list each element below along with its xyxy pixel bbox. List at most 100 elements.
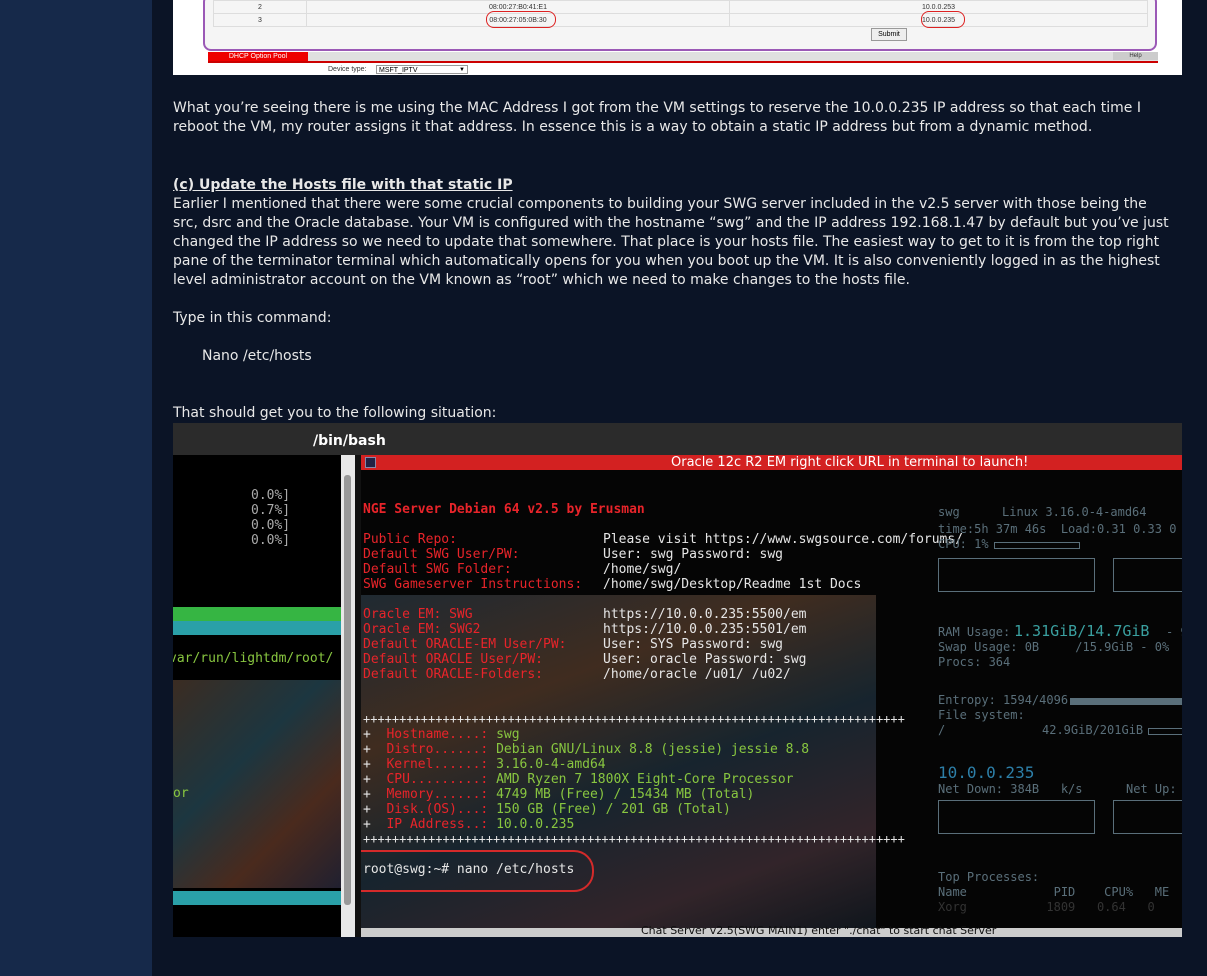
paragraph-4: That should get you to the following sit… xyxy=(173,405,497,421)
info-value: User: oracle Password: swg xyxy=(603,652,807,667)
sys-value: 3.16.0-4-amd64 xyxy=(496,757,606,772)
sys-value: swg xyxy=(496,727,520,742)
row-num: 2 xyxy=(213,0,307,14)
process-columns: Name PID CPU% ME xyxy=(938,885,1170,899)
swap-usage: Swap Usage: 0B /15.9GiB - 0% xyxy=(938,640,1170,654)
terminal-title: /bin/bash xyxy=(313,433,386,449)
fs-bar xyxy=(1148,728,1182,735)
cpu-graph-2 xyxy=(1113,558,1182,592)
submit-button[interactable]: Submit xyxy=(871,28,907,41)
sys-label: Memory......: xyxy=(386,787,489,802)
info-label: Default ORACLE-EM User/PW: xyxy=(363,637,567,652)
cpu-bar xyxy=(994,542,1080,549)
monitor-cpu: CPU: 1% xyxy=(938,537,989,551)
sys-value: AMD Ryzen 7 1800X Eight-Core Processor xyxy=(496,772,794,787)
chevron-down-icon: ▼ xyxy=(459,67,465,73)
plus-divider: ++++++++++++++++++++++++++++++++++++++++… xyxy=(363,832,905,846)
info-label: Default ORACLE-Folders: xyxy=(363,667,544,682)
info-value: Please visit https://www.swgsource.com/f… xyxy=(603,532,964,547)
procs: Procs: 364 xyxy=(938,655,1011,669)
chat-server-title: Chat Server v2.5(SWG MAIN1) enter "./cha… xyxy=(641,924,997,937)
ram-value: 1.31GiB/14.7GiB xyxy=(1014,622,1150,640)
terminal-left-pane: 0.0%] 0.7%] 0.0%] 0.0%] var/run/lightdm/… xyxy=(173,455,341,937)
tab-dhcp-option-pool[interactable]: DHCP Option Pool xyxy=(208,52,308,61)
scrollbar[interactable] xyxy=(341,455,355,937)
content-area: 2 08:00:27:B0:41:E1 10.0.0.253 3 08:00:2… xyxy=(152,0,1207,976)
row-num: 3 xyxy=(213,13,307,27)
reservation-table: 2 08:00:27:B0:41:E1 10.0.0.253 3 08:00:2… xyxy=(213,0,1148,27)
sys-label: CPU.........: xyxy=(386,772,489,787)
info-label: Oracle EM: SWG xyxy=(363,607,473,622)
paragraph-3: Type in this command: xyxy=(173,310,332,326)
prompt-highlight-oval xyxy=(361,850,594,892)
table-row: 3 08:00:27:05:0B:30 10.0.0.235 xyxy=(213,13,1148,27)
top-processes-label: Top Processes: xyxy=(938,870,1040,884)
sys-label: Kernel......: xyxy=(386,757,489,772)
net-down-graph xyxy=(938,800,1095,834)
teal-bar xyxy=(173,891,341,905)
monitor-ip: 10.0.0.235 xyxy=(938,763,1035,782)
scrollbar-thumb[interactable] xyxy=(344,475,351,905)
section-c: (c) Update the Hosts file with that stat… xyxy=(173,176,1173,290)
info-value: /home/swg/ xyxy=(603,562,682,577)
terminal-main-pane: Oracle 12c R2 EM right click URL in term… xyxy=(361,455,1182,937)
command-text: Nano /etc/hosts xyxy=(202,348,312,364)
net-up: Net Up: xyxy=(1126,782,1177,796)
game-screenshot-tiles xyxy=(173,680,341,888)
server-banner: NGE Server Debian 64 v2.5 by Erusman xyxy=(363,502,645,517)
filesystem-label: File system: xyxy=(938,708,1025,722)
ram-extra: - 9 xyxy=(1166,625,1182,639)
info-value: /home/swg/Desktop/Readme 1st Docs xyxy=(603,577,862,592)
terminal-screenshot: /bin/bash 0.0%] 0.7%] 0.0%] 0.0%] var/ru… xyxy=(173,423,1182,937)
left-path: var/run/lightdm/root/ xyxy=(173,651,334,666)
monitor-kernel: Linux 3.16.0-4-amd64 xyxy=(1002,505,1147,519)
info-label: Default ORACLE User/PW: xyxy=(363,652,544,667)
paragraph-2: Earlier I mentioned that there were some… xyxy=(173,196,1169,288)
mac-highlight-oval xyxy=(486,11,556,28)
cpu-pct: 0.7%] xyxy=(251,503,291,518)
monitor-host: swg xyxy=(938,505,960,519)
entropy-bar xyxy=(1070,698,1182,705)
info-label: Oracle EM: SWG2 xyxy=(363,622,481,637)
help-button[interactable]: Help xyxy=(1113,52,1158,60)
info-value: https://10.0.0.235:5500/em xyxy=(603,607,807,622)
device-type-label: Device type: xyxy=(328,66,367,73)
entropy: Entropy: 1594/4096 xyxy=(938,693,1069,707)
process-row: Xorg 1809 0.64 0 xyxy=(938,900,1155,914)
info-value: User: swg Password: swg xyxy=(603,547,784,562)
oracle-notice-bar: Oracle 12c R2 EM right click URL in term… xyxy=(361,455,1182,470)
green-bar xyxy=(173,607,341,621)
dhcp-option-bar: DHCP Option Pool Help xyxy=(208,52,1158,63)
terminal-bottom-bar: Chat Server v2.5(SWG MAIN1) enter "./cha… xyxy=(361,924,1182,937)
device-type-value: MSFT_IPTV xyxy=(379,67,418,74)
fs-root: / xyxy=(938,723,946,737)
left-sidebar xyxy=(0,0,153,976)
router-screenshot: 2 08:00:27:B0:41:E1 10.0.0.253 3 08:00:2… xyxy=(173,0,1182,75)
cpu-graph xyxy=(938,558,1095,592)
left-or: or xyxy=(173,786,189,801)
window-icon xyxy=(365,457,376,468)
info-label: Default SWG User/PW: xyxy=(363,547,520,562)
fs-value: 42.9GiB/201GiB xyxy=(1042,723,1144,737)
info-value: User: SYS Password: swg xyxy=(603,637,784,652)
monitor-uptime: time:5h 37m 46s Load:0.31 0.33 0 xyxy=(938,522,1177,536)
info-label: Public Repo: xyxy=(363,532,457,547)
teal-bar xyxy=(173,621,341,635)
cpu-pct: 0.0%] xyxy=(251,518,291,533)
system-monitor-pane: swg Linux 3.16.0-4-amd64 time:5h 37m 46s… xyxy=(938,495,1182,935)
sys-value: 10.0.0.235 xyxy=(496,817,575,832)
info-value: https://10.0.0.235:5501/em xyxy=(603,622,807,637)
sys-value: Debian GNU/Linux 8.8 (jessie) jessie 8.8 xyxy=(496,742,810,757)
device-type-select[interactable]: MSFT_IPTV ▼ xyxy=(376,65,468,74)
section-heading: (c) Update the Hosts file with that stat… xyxy=(173,177,513,193)
info-label: Default SWG Folder: xyxy=(363,562,512,577)
oracle-notice-text: Oracle 12c R2 EM right click URL in term… xyxy=(671,455,1029,470)
cpu-pct: 0.0%] xyxy=(251,533,291,548)
sys-label: Hostname....: xyxy=(386,727,489,742)
net-up-graph xyxy=(1113,800,1182,834)
sys-label: IP Address..: xyxy=(386,817,489,832)
ip-highlight-oval xyxy=(921,11,965,28)
info-label: SWG Gameserver Instructions: xyxy=(363,577,583,592)
sys-value: 4749 MB (Free) / 15434 MB (Total) xyxy=(496,787,755,802)
ram-label: RAM Usage: xyxy=(938,625,1011,639)
